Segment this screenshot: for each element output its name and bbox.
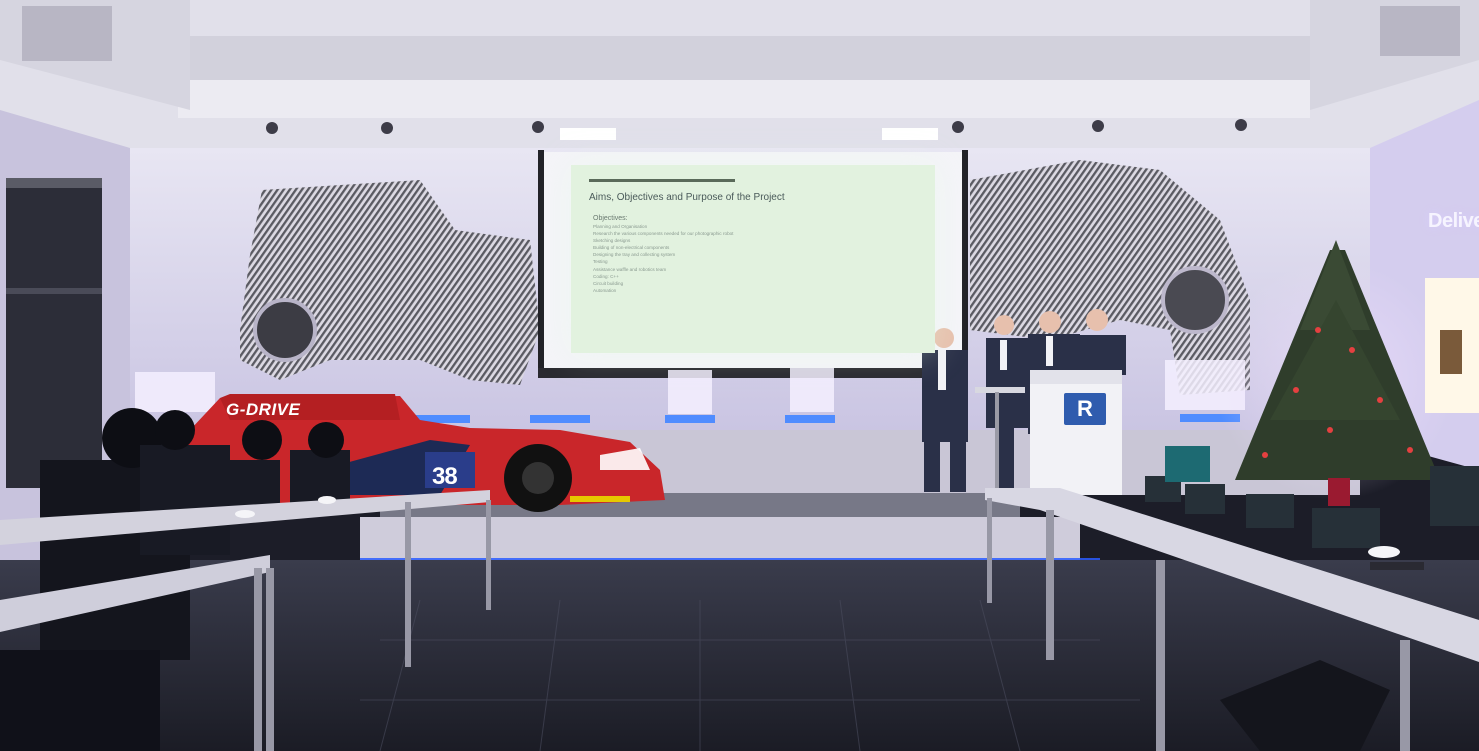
wall-sign: Delive — [1428, 210, 1479, 232]
air-vent-right — [1380, 6, 1460, 56]
slide-objectives-heading: Objectives: — [593, 215, 628, 222]
slide-objective-item: Circuit building — [593, 280, 624, 286]
race-car-brand: G-DRIVE — [226, 400, 301, 419]
slide-objectives-list: Planning and Organisation Research the v… — [593, 223, 733, 294]
window — [6, 178, 102, 488]
room-background — [0, 0, 1479, 751]
slide-objective-item: Automation — [593, 287, 617, 293]
slide-title-bar — [589, 179, 735, 182]
air-vent-left — [22, 6, 112, 61]
slide-objective-item: Testing — [593, 259, 608, 265]
lectern — [1030, 370, 1122, 495]
slide-objective-item: Coding: C++ — [593, 273, 619, 279]
race-car-number: 38 — [432, 463, 458, 490]
lectern-logo: R — [1064, 393, 1106, 425]
slide-objective-item: Assistance waffle and robotics team — [593, 266, 667, 272]
slide-objective-item: Designing the tray and collecting system — [593, 252, 676, 258]
slide-objective-item: Research the various components needed f… — [593, 231, 734, 237]
slide-title: Aims, Objectives and Purpose of the Proj… — [589, 192, 785, 203]
presentation-slide: Aims, Objectives and Purpose of the Proj… — [571, 165, 935, 353]
ceiling-vent-strip — [178, 36, 1310, 82]
presentation-room-photo: Aims, Objectives and Purpose of the Proj… — [0, 0, 1479, 751]
slide-objective-item: Sketching designs — [593, 238, 631, 244]
slide-objective-item: Planning and Organisation — [593, 224, 648, 229]
stage-front — [360, 517, 1080, 561]
slide-objective-item: Building of non-electrical components — [593, 245, 670, 251]
